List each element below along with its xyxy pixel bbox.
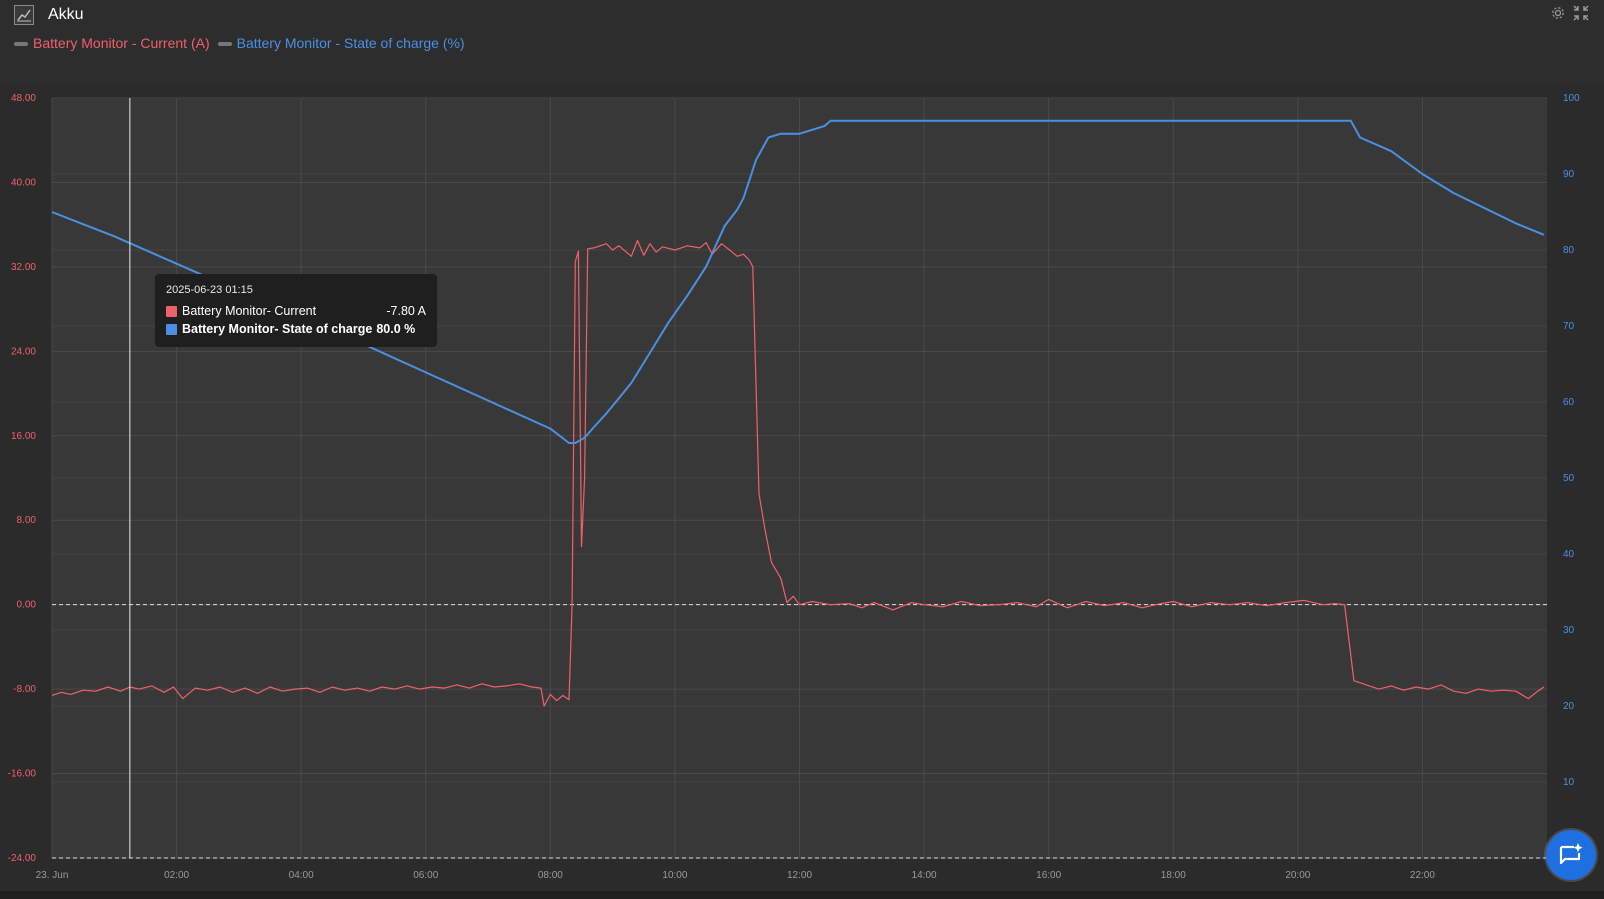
plot-area[interactable]: 48.00 40.00 32.00 24.00 16.00 8.00 0.00 -8.00 -1… <box>0 82 1604 891</box>
x-tick-label: 22:00 <box>1410 870 1435 881</box>
x-tick-label: 06:00 <box>413 870 438 881</box>
legend-item-current[interactable]: Battery Monitor - Current (A) <box>14 35 210 51</box>
chart-header: Akku Battery Monitor - Current (A) Batte… <box>0 0 1604 82</box>
y-right-tick-label: 70 <box>1563 321 1575 332</box>
y-right-tick-label: 60 <box>1563 397 1575 408</box>
y-right-tick-label: 50 <box>1563 473 1575 484</box>
tooltip-name-current: Battery Monitor- Current <box>182 304 317 318</box>
tooltip-name-soc: Battery Monitor- State of charge <box>182 322 373 336</box>
chart-tooltip: 2025-06-23 01:15 Battery Monitor- Curren… <box>155 274 437 347</box>
x-tick-label: 02:00 <box>164 870 189 881</box>
chat-button[interactable] <box>1546 830 1596 880</box>
legend-label-current: Battery Monitor - Current (A) <box>33 35 210 51</box>
y-right-tick-label: 90 <box>1563 169 1575 180</box>
y-left-tick-label: -8.00 <box>13 684 36 695</box>
y-right-tick-label: 20 <box>1563 701 1575 712</box>
y-left-tick-label: 16.00 <box>11 431 36 442</box>
y-right-tick-label: 40 <box>1563 549 1575 560</box>
x-tick-label: 08:00 <box>538 870 563 881</box>
tooltip-date: 2025-06-23 01:15 <box>166 284 253 296</box>
tooltip-value-soc: 80.0 % <box>376 322 416 336</box>
tooltip-value-current: -7.80 A <box>386 304 426 318</box>
tooltip-row-current: Battery Monitor- Current -7.80 A <box>166 302 426 320</box>
x-tick-label: 10:00 <box>662 870 687 881</box>
x-tick-label: 14:00 <box>912 870 937 881</box>
gear-icon[interactable] <box>1550 5 1566 21</box>
collapse-icon[interactable] <box>1573 5 1589 21</box>
bottom-bar <box>0 891 1604 899</box>
x-tick-label: 23. Jun <box>36 870 69 881</box>
y-right-tick-label: 30 <box>1563 625 1575 636</box>
y-right-tick-label: 100 <box>1563 93 1580 104</box>
y-right-tick-label: 10 <box>1563 777 1575 788</box>
legend-swatch-soc <box>217 42 232 46</box>
y-left-tick-label: 0.00 <box>17 600 37 611</box>
y-left-tick-label: 32.00 <box>11 262 36 273</box>
y-left-tick-label: 8.00 <box>17 515 37 526</box>
line-chart[interactable]: 48.00 40.00 32.00 24.00 16.00 8.00 0.00 -8.00 -1… <box>0 82 1604 891</box>
tooltip-swatch-current <box>166 305 177 317</box>
y-left-tick-label: 48.00 <box>11 93 36 104</box>
x-tick-label: 16:00 <box>1036 870 1061 881</box>
y-right-tick-label: 80 <box>1563 245 1575 256</box>
legend-label-soc: Battery Monitor - State of charge (%) <box>236 35 465 51</box>
chart-legend: Battery Monitor - Current (A) Battery Mo… <box>14 34 473 52</box>
x-tick-label: 18:00 <box>1161 870 1186 881</box>
chart-icon <box>14 5 34 25</box>
chart-title: Akku <box>48 6 84 23</box>
chat-icon <box>1559 843 1583 865</box>
tooltip-swatch-soc <box>166 323 177 335</box>
y-left-tick-label: -24.00 <box>8 853 37 864</box>
tooltip-row-soc: Battery Monitor- State of charge 80.0 % <box>166 320 426 338</box>
legend-swatch-current <box>14 42 28 46</box>
y-left-tick-label: -16.00 <box>8 769 37 780</box>
y-left-tick-label: 40.00 <box>11 177 36 188</box>
y-left-tick-label: 24.00 <box>11 346 36 357</box>
legend-item-soc[interactable]: Battery Monitor - State of charge (%) <box>217 35 465 51</box>
x-tick-label: 20:00 <box>1285 870 1310 881</box>
x-tick-label: 04:00 <box>289 870 314 881</box>
x-tick-label: 12:00 <box>787 870 812 881</box>
